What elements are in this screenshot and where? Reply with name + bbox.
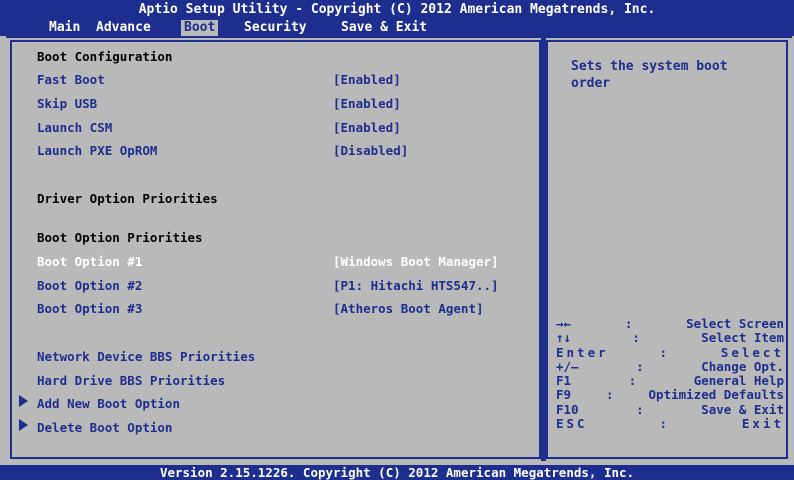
tab-security[interactable]: Security xyxy=(244,20,307,36)
key-legend-row: →← : Select Screen xyxy=(556,316,784,331)
tab-bar: Main Advance Boot Security Save & Exit xyxy=(0,20,794,36)
key-name: +/— xyxy=(556,358,579,374)
key-action: Optimized Defaults xyxy=(648,387,784,403)
submenu-arrow-icon xyxy=(19,419,28,431)
section-driver-option-priorities: Driver Option Priorities xyxy=(37,191,218,206)
frame-top-border xyxy=(6,36,792,38)
section-boot-configuration: Boot Configuration xyxy=(37,49,173,64)
key-name: F9 xyxy=(556,387,572,403)
key-action: Save & Exit xyxy=(701,401,784,417)
boot-option-3-label[interactable]: Boot Option #3 xyxy=(37,301,142,316)
launch-pxe-label[interactable]: Launch PXE OpROM xyxy=(37,143,157,158)
key-action: Change Opt. xyxy=(701,358,784,374)
tab-advance[interactable]: Advance xyxy=(96,20,151,36)
key-legend-row: Enter : Select xyxy=(556,344,784,360)
key-legend-row: F9 : Optimized Defaults xyxy=(556,387,784,403)
launch-pxe-value[interactable]: [Disabled] xyxy=(333,143,408,158)
boot-option-3-value[interactable]: [Atheros Boot Agent] xyxy=(333,301,484,316)
key-legend-row: F10 : Save & Exit xyxy=(556,401,784,417)
section-boot-option-priorities: Boot Option Priorities xyxy=(37,230,203,245)
key-action: Select xyxy=(720,344,784,360)
key-separator: : xyxy=(659,344,670,360)
key-separator: : xyxy=(636,358,644,374)
tab-main[interactable]: Main xyxy=(49,20,80,36)
footer-version: Version 2.15.1226. Copyright (C) 2012 Am… xyxy=(0,465,794,480)
boot-option-2-label[interactable]: Boot Option #2 xyxy=(37,278,142,293)
key-name: ↑↓ xyxy=(556,330,572,346)
launch-csm-value[interactable]: [Enabled] xyxy=(333,120,401,135)
key-action: General Help xyxy=(693,373,784,389)
key-legend: →← : Select Screen ↑↓ : Select Item Ente… xyxy=(556,316,784,432)
boot-option-2-value[interactable]: [P1: Hitachi HTS547..] xyxy=(333,278,499,293)
key-action: Select Screen xyxy=(686,316,784,331)
key-separator: : xyxy=(624,316,633,331)
key-action: Select Item xyxy=(701,330,784,346)
tab-boot[interactable]: Boot xyxy=(181,20,219,36)
boot-option-1-label[interactable]: Boot Option #1 xyxy=(37,254,142,269)
key-name: →← xyxy=(556,316,572,331)
key-name: F10 xyxy=(556,401,579,417)
key-name: Enter xyxy=(556,344,609,360)
delete-boot-option-link[interactable]: Delete Boot Option xyxy=(37,420,172,435)
window-title: Aptio Setup Utility - Copyright (C) 2012… xyxy=(0,0,794,20)
key-separator: : xyxy=(636,401,644,417)
network-bbs-priorities-link[interactable]: Network Device BBS Priorities xyxy=(37,349,255,364)
key-legend-row: ESC : Exit xyxy=(556,416,784,432)
tab-save-exit[interactable]: Save & Exit xyxy=(341,20,427,36)
add-new-boot-option-link[interactable]: Add New Boot Option xyxy=(37,396,180,411)
hard-drive-bbs-priorities-link[interactable]: Hard Drive BBS Priorities xyxy=(37,373,225,388)
help-description: Sets the system boot order xyxy=(571,59,728,91)
key-separator: : xyxy=(628,373,637,389)
fast-boot-label[interactable]: Fast Boot xyxy=(37,72,105,87)
fast-boot-value[interactable]: [Enabled] xyxy=(333,72,401,87)
skip-usb-value[interactable]: [Enabled] xyxy=(333,96,401,111)
boot-option-1-value[interactable]: [Windows Boot Manager] xyxy=(333,254,499,269)
key-legend-row: +/— : Change Opt. xyxy=(556,358,784,374)
key-separator: : xyxy=(659,416,670,432)
skip-usb-label[interactable]: Skip USB xyxy=(37,96,97,111)
key-legend-row: ↑↓ : Select Item xyxy=(556,330,784,346)
key-separator: : xyxy=(606,387,614,403)
submenu-arrow-icon xyxy=(19,395,28,407)
key-separator: : xyxy=(632,330,640,346)
key-legend-row: F1 : General Help xyxy=(556,373,784,389)
key-action: Exit xyxy=(741,416,784,432)
launch-csm-label[interactable]: Launch CSM xyxy=(37,120,112,135)
key-name: F1 xyxy=(556,373,572,389)
key-name: ESC xyxy=(556,416,588,432)
